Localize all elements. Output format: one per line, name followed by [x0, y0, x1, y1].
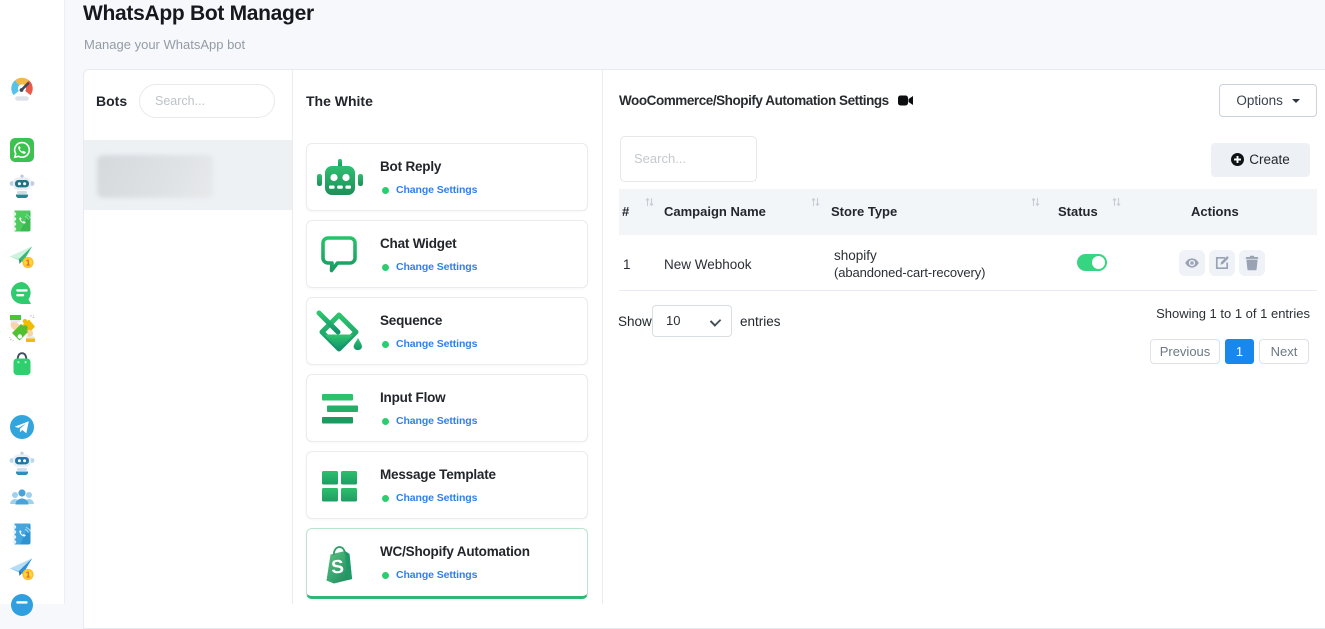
svg-text:1: 1 [26, 570, 31, 580]
svg-text:S: S [331, 557, 345, 579]
svg-text:1: 1 [26, 258, 31, 268]
